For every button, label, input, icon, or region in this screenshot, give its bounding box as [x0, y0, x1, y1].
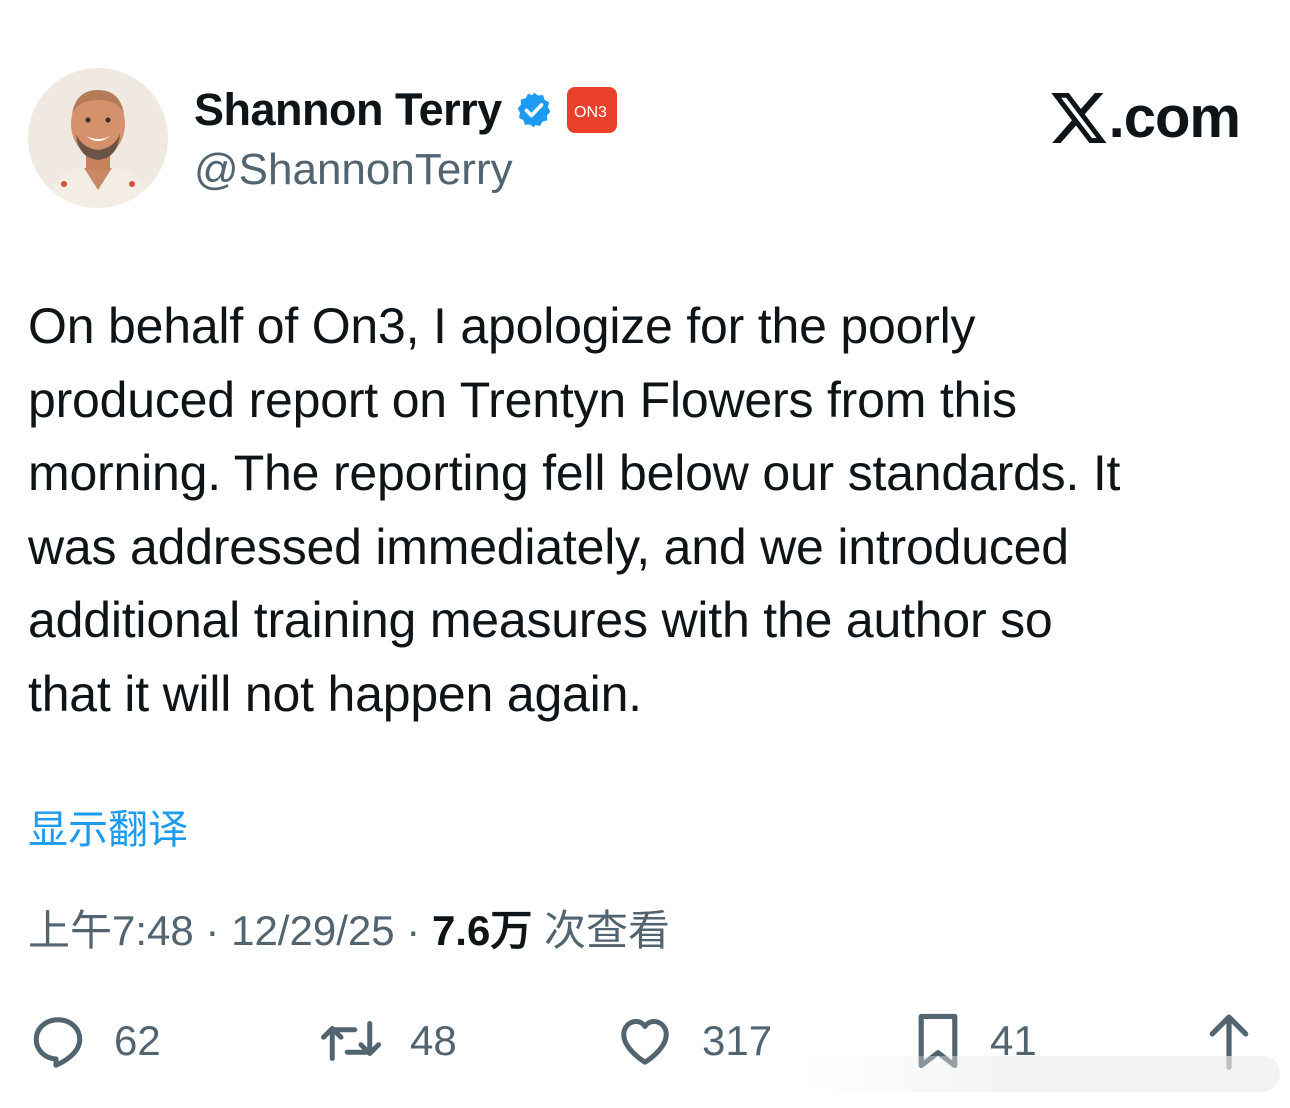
tweet-time[interactable]: 上午7:48	[28, 907, 194, 954]
meta-separator: ·	[406, 907, 421, 954]
like-count: 317	[702, 1017, 773, 1064]
tweet-date[interactable]: 12/29/25	[231, 907, 395, 954]
author-handle[interactable]: @ShannonTerry	[194, 142, 513, 198]
reply-button[interactable]: 62	[28, 1006, 161, 1076]
retweet-count: 48	[410, 1017, 457, 1064]
author-name-row[interactable]: Shannon Terry ON3	[194, 84, 618, 136]
site-label: .com	[1108, 85, 1241, 150]
affiliate-badge-text: ON3	[574, 104, 607, 121]
reply-count: 62	[114, 1017, 161, 1064]
x-logo-icon	[1050, 93, 1107, 143]
profile-photo	[28, 68, 168, 208]
verified-badge-icon	[517, 92, 551, 128]
retweet-button[interactable]: 48	[318, 1006, 457, 1076]
heart-icon	[621, 1019, 669, 1065]
meta-separator: ·	[205, 907, 220, 954]
affiliate-badge-icon[interactable]: ON3	[566, 86, 618, 134]
reply-icon	[33, 1017, 83, 1068]
author-display-name[interactable]: Shannon Terry	[194, 84, 502, 136]
site-watermark: .com	[1050, 85, 1241, 150]
retweet-icon	[321, 1021, 381, 1061]
tweet-text: On behalf of On3, I apologize for the po…	[28, 298, 1121, 722]
views-label: 次查看	[544, 907, 671, 954]
avatar[interactable]	[28, 68, 168, 208]
watermark-strip	[800, 1056, 1280, 1092]
show-translation-link[interactable]: 显示翻译	[28, 803, 188, 857]
like-button[interactable]: 317	[614, 1006, 772, 1076]
tweet-meta: 上午7:48 · 12/29/25 · 7.6万 次查看	[28, 903, 670, 959]
views-count: 7.6万	[431, 907, 533, 954]
